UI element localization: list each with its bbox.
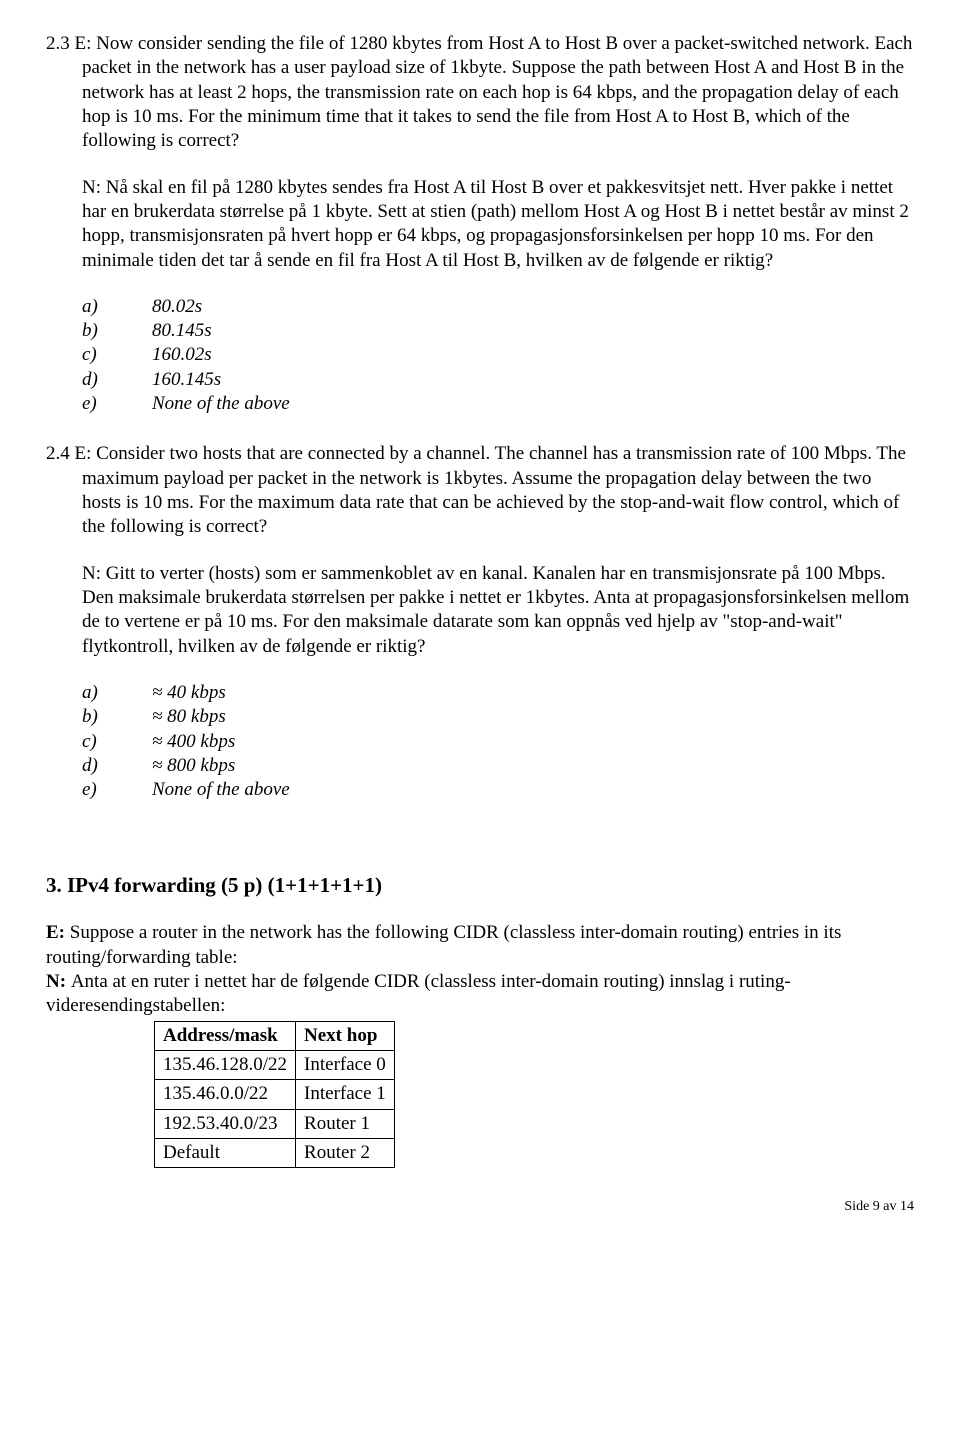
option-label: b) <box>82 319 152 343</box>
cell-nexthop: Router 2 <box>296 1138 395 1167</box>
cell-address: 135.46.128.0/22 <box>155 1050 296 1079</box>
q24-option-d: d) ≈ 800 kbps <box>82 754 914 778</box>
option-value: 80.145s <box>152 319 212 343</box>
q23-options: a) 80.02s b) 80.145s c) 160.02s d) 160.1… <box>82 295 914 417</box>
q23-en-text: E: Now consider sending the file of 1280… <box>75 33 913 151</box>
q23-option-a: a) 80.02s <box>82 295 914 319</box>
table-row: 135.46.0.0/22 Interface 1 <box>155 1080 395 1109</box>
cell-address: 135.46.0.0/22 <box>155 1080 296 1109</box>
option-label: d) <box>82 368 152 392</box>
option-value: None of the above <box>152 778 290 802</box>
cell-address: 192.53.40.0/23 <box>155 1109 296 1138</box>
q23-english: 2.3 E: Now consider sending the file of … <box>46 32 914 154</box>
option-label: a) <box>82 681 152 705</box>
table-row: Default Router 2 <box>155 1138 395 1167</box>
sec3-norwegian: N: Anta at en ruter i nettet har de følg… <box>46 970 914 1019</box>
q23-option-d: d) 160.145s <box>82 368 914 392</box>
sec3-no-text: Anta at en ruter i nettet har de følgend… <box>46 971 791 1016</box>
option-value: ≈ 40 kbps <box>152 681 226 705</box>
option-label: c) <box>82 343 152 367</box>
option-value: 160.145s <box>152 368 221 392</box>
cell-nexthop: Router 1 <box>296 1109 395 1138</box>
q23-norwegian: N: Nå skal en fil på 1280 kbytes sendes … <box>82 176 914 273</box>
cell-address: Default <box>155 1138 296 1167</box>
q24-option-c: c) ≈ 400 kbps <box>82 730 914 754</box>
sec3-en-text: Suppose a router in the network has the … <box>46 922 841 967</box>
q24-number: 2.4 <box>46 443 70 464</box>
option-label: e) <box>82 778 152 802</box>
sec3-en-lead: E: <box>46 922 70 943</box>
option-value: 160.02s <box>152 343 212 367</box>
q23-option-b: b) 80.145s <box>82 319 914 343</box>
q24-options: a) ≈ 40 kbps b) ≈ 80 kbps c) ≈ 400 kbps … <box>82 681 914 803</box>
question-2-4: 2.4 E: Consider two hosts that are conne… <box>46 442 914 802</box>
sec3-english: E: Suppose a router in the network has t… <box>46 921 914 970</box>
header-address-mask: Address/mask <box>155 1021 296 1050</box>
option-label: e) <box>82 392 152 416</box>
option-value: ≈ 80 kbps <box>152 705 226 729</box>
cell-nexthop: Interface 0 <box>296 1050 395 1079</box>
table-row: 192.53.40.0/23 Router 1 <box>155 1109 395 1138</box>
q23-number: 2.3 <box>46 33 70 54</box>
q24-option-b: b) ≈ 80 kbps <box>82 705 914 729</box>
option-label: b) <box>82 705 152 729</box>
table-row: 135.46.128.0/22 Interface 0 <box>155 1050 395 1079</box>
question-2-3: 2.3 E: Now consider sending the file of … <box>46 32 914 416</box>
table-header-row: Address/mask Next hop <box>155 1021 395 1050</box>
section-3-title: 3. IPv4 forwarding (5 p) (1+1+1+1+1) <box>46 872 914 899</box>
header-next-hop: Next hop <box>296 1021 395 1050</box>
routing-table: Address/mask Next hop 135.46.128.0/22 In… <box>154 1021 395 1169</box>
q24-option-e: e) None of the above <box>82 778 914 802</box>
q23-option-c: c) 160.02s <box>82 343 914 367</box>
option-label: d) <box>82 754 152 778</box>
option-value: ≈ 400 kbps <box>152 730 235 754</box>
option-value: ≈ 800 kbps <box>152 754 235 778</box>
q24-en-text: E: Consider two hosts that are connected… <box>75 443 906 537</box>
option-label: c) <box>82 730 152 754</box>
q24-norwegian: N: Gitt to verter (hosts) som er sammenk… <box>82 562 914 659</box>
option-value: 80.02s <box>152 295 202 319</box>
page-footer: Side 9 av 14 <box>46 1198 914 1216</box>
q24-option-a: a) ≈ 40 kbps <box>82 681 914 705</box>
sec3-no-lead: N: <box>46 971 71 992</box>
cell-nexthop: Interface 1 <box>296 1080 395 1109</box>
q23-option-e: e) None of the above <box>82 392 914 416</box>
q24-english: 2.4 E: Consider two hosts that are conne… <box>46 442 914 539</box>
option-value: None of the above <box>152 392 290 416</box>
option-label: a) <box>82 295 152 319</box>
